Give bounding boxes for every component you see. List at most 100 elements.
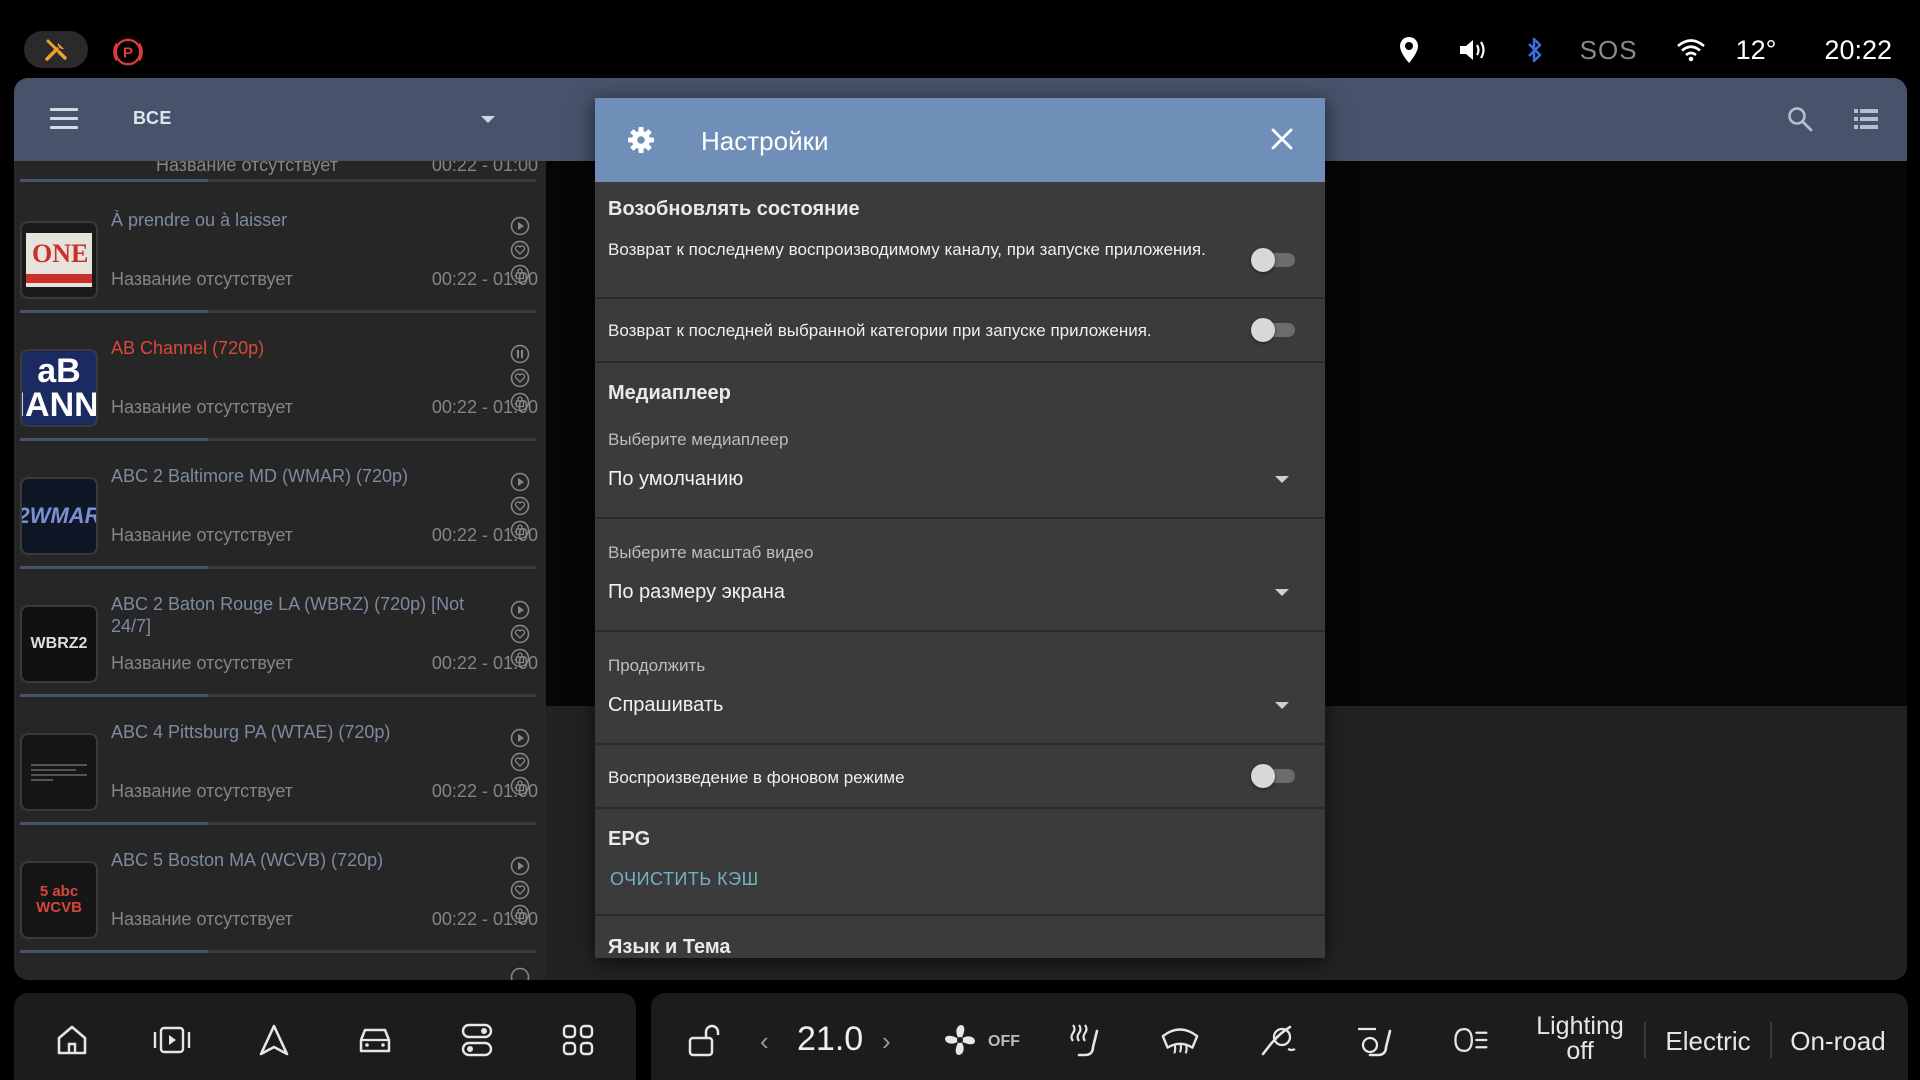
list-item[interactable]: WBRZ2 ABC 2 Baton Rouge LA (WBRZ) (720p)… [14, 573, 546, 701]
front-defrost-icon[interactable] [1160, 1020, 1200, 1060]
seat-heat-icon[interactable] [1064, 1020, 1104, 1060]
headlight-icon[interactable] [1450, 1020, 1490, 1060]
bluetooth-icon[interactable] [1526, 36, 1544, 64]
list-item[interactable]: ABC 4 Pittsburg PA (WTAE) (720p) Названи… [14, 701, 546, 829]
channel-list[interactable]: Название отсутствует 00:22 - 01:00 ONE À… [14, 161, 546, 980]
settings-dialog: Настройки Возобновлять состояние Возврат… [595, 98, 1325, 958]
fan-icon[interactable] [940, 1020, 980, 1060]
video-scale-value[interactable]: По размеру экрана [608, 581, 785, 604]
dialog-title: Настройки [701, 126, 829, 156]
pause-icon[interactable] [510, 343, 530, 365]
dock-apps [14, 993, 636, 1080]
play-icon[interactable] [510, 599, 530, 621]
controls-icon[interactable] [457, 1020, 497, 1060]
resume-channel-toggle[interactable] [1251, 248, 1295, 272]
temp-increase-button[interactable]: › [882, 1026, 891, 1057]
lock-icon[interactable] [510, 391, 530, 413]
home-icon[interactable] [52, 1020, 92, 1060]
heart-icon[interactable] [510, 495, 530, 517]
play-icon[interactable] [510, 727, 530, 749]
section-resume: Возобновлять состояние [608, 198, 860, 220]
section-media-player: Медиаплеер [608, 382, 731, 404]
play-icon[interactable] [510, 215, 530, 237]
list-item[interactable]: 5 abc WCVB ABC 5 Boston MA (WCVB) (720p)… [14, 829, 546, 957]
status-bar: P SOS 12° 20:22 [0, 0, 1920, 80]
lighting-status[interactable]: Lighting off [1528, 1014, 1632, 1064]
program-time: 00:22 - 01:00 [431, 161, 538, 175]
media-icon[interactable] [152, 1020, 192, 1060]
chevron-down-icon[interactable] [1275, 476, 1289, 483]
dialog-header: Настройки [595, 98, 1325, 182]
channel-logo: 2WMAR [20, 477, 98, 555]
gear-icon [628, 127, 654, 153]
steering-heat-icon[interactable] [1258, 1020, 1298, 1060]
chevron-down-icon[interactable] [481, 116, 495, 123]
chevron-down-icon[interactable] [1275, 589, 1289, 596]
play-icon[interactable] [510, 967, 530, 980]
svg-text:P: P [123, 45, 133, 62]
channel-name: À prendre ou à laisser [111, 210, 288, 230]
list-item[interactable]: aB CHANNEL AB Channel (720p) Название от… [14, 317, 546, 445]
channel-logo [20, 733, 98, 811]
program-title: Название отсутствует [156, 161, 339, 175]
channel-logo: WBRZ2 [20, 605, 98, 683]
seat-vent-icon[interactable] [1354, 1020, 1394, 1060]
lock-icon[interactable] [510, 263, 530, 285]
heart-icon[interactable] [510, 879, 530, 901]
drive-mode-electric[interactable]: Electric [1656, 1026, 1760, 1057]
menu-icon[interactable] [50, 108, 78, 130]
progress-bar [20, 822, 536, 825]
channel-logo: 5 abc WCVB [20, 861, 98, 939]
list-item[interactable]: ONE À prendre ou à laisser Название отсу… [14, 189, 546, 317]
list-item[interactable]: 2WMAR ABC 2 Baltimore MD (WMAR) (720p) Н… [14, 445, 546, 573]
program-title: Название отсутствует [111, 525, 294, 545]
clear-cache-button[interactable]: ОЧИСТИТЬ КЭШ [610, 869, 759, 890]
channel-name: ABC 2 Baltimore MD (WMAR) (720p) [111, 466, 409, 486]
tools-button[interactable] [24, 31, 88, 68]
program-title: Название отсутствует [111, 397, 294, 417]
play-icon[interactable] [510, 855, 530, 877]
play-icon[interactable] [510, 471, 530, 493]
media-player-value[interactable]: По умолчанию [608, 468, 743, 491]
progress-bar [20, 566, 536, 569]
apps-grid-icon[interactable] [558, 1020, 598, 1060]
background-play-toggle[interactable] [1251, 764, 1295, 788]
progress-bar [20, 310, 536, 313]
channel-name: AB Channel (720p) [111, 338, 265, 358]
navigation-icon[interactable] [254, 1020, 294, 1060]
lock-icon[interactable] [510, 519, 530, 541]
temp-decrease-button[interactable]: ‹ [760, 1026, 769, 1057]
channel-logo: aB CHANNEL [20, 349, 98, 427]
wifi-icon[interactable] [1676, 38, 1706, 62]
logo-text: aB CHANNEL [22, 352, 98, 424]
resume-category-toggle[interactable] [1251, 318, 1295, 342]
category-selector[interactable]: ВСЕ [133, 108, 172, 129]
resume-category-label: Возврат к последней выбранной категории … [608, 321, 1152, 340]
lock-icon[interactable] [510, 775, 530, 797]
close-icon[interactable] [1271, 128, 1293, 150]
chevron-down-icon[interactable] [1275, 702, 1289, 709]
lock-icon[interactable] [510, 647, 530, 669]
background-play-label: Воспроизведение в фоновом режиме [608, 768, 905, 787]
logo-text: 5 abc WCVB [36, 882, 82, 916]
parking-brake-icon: P [113, 38, 143, 66]
heart-icon[interactable] [510, 751, 530, 773]
unlock-icon[interactable] [683, 1020, 723, 1060]
volume-icon[interactable] [1458, 38, 1488, 62]
location-icon[interactable] [1398, 36, 1420, 64]
channel-name: ABC 4 Pittsburg PA (WTAE) (720p) [111, 722, 391, 742]
list-view-icon[interactable] [1854, 108, 1878, 130]
continue-label: Продолжить [608, 656, 706, 675]
sos-label[interactable]: SOS [1580, 35, 1638, 66]
heart-icon[interactable] [510, 239, 530, 261]
heart-icon[interactable] [510, 623, 530, 645]
vehicle-icon[interactable] [355, 1020, 395, 1060]
terrain-mode-onroad[interactable]: On-road [1782, 1026, 1894, 1057]
search-icon[interactable] [1787, 106, 1813, 132]
logo-text: ONE [32, 239, 89, 268]
list-item-partial[interactable]: Название отсутствует 00:22 - 01:00 [14, 161, 546, 189]
progress-bar [20, 950, 536, 953]
continue-value[interactable]: Спрашивать [608, 694, 723, 717]
lock-icon[interactable] [510, 903, 530, 925]
heart-icon[interactable] [510, 367, 530, 389]
